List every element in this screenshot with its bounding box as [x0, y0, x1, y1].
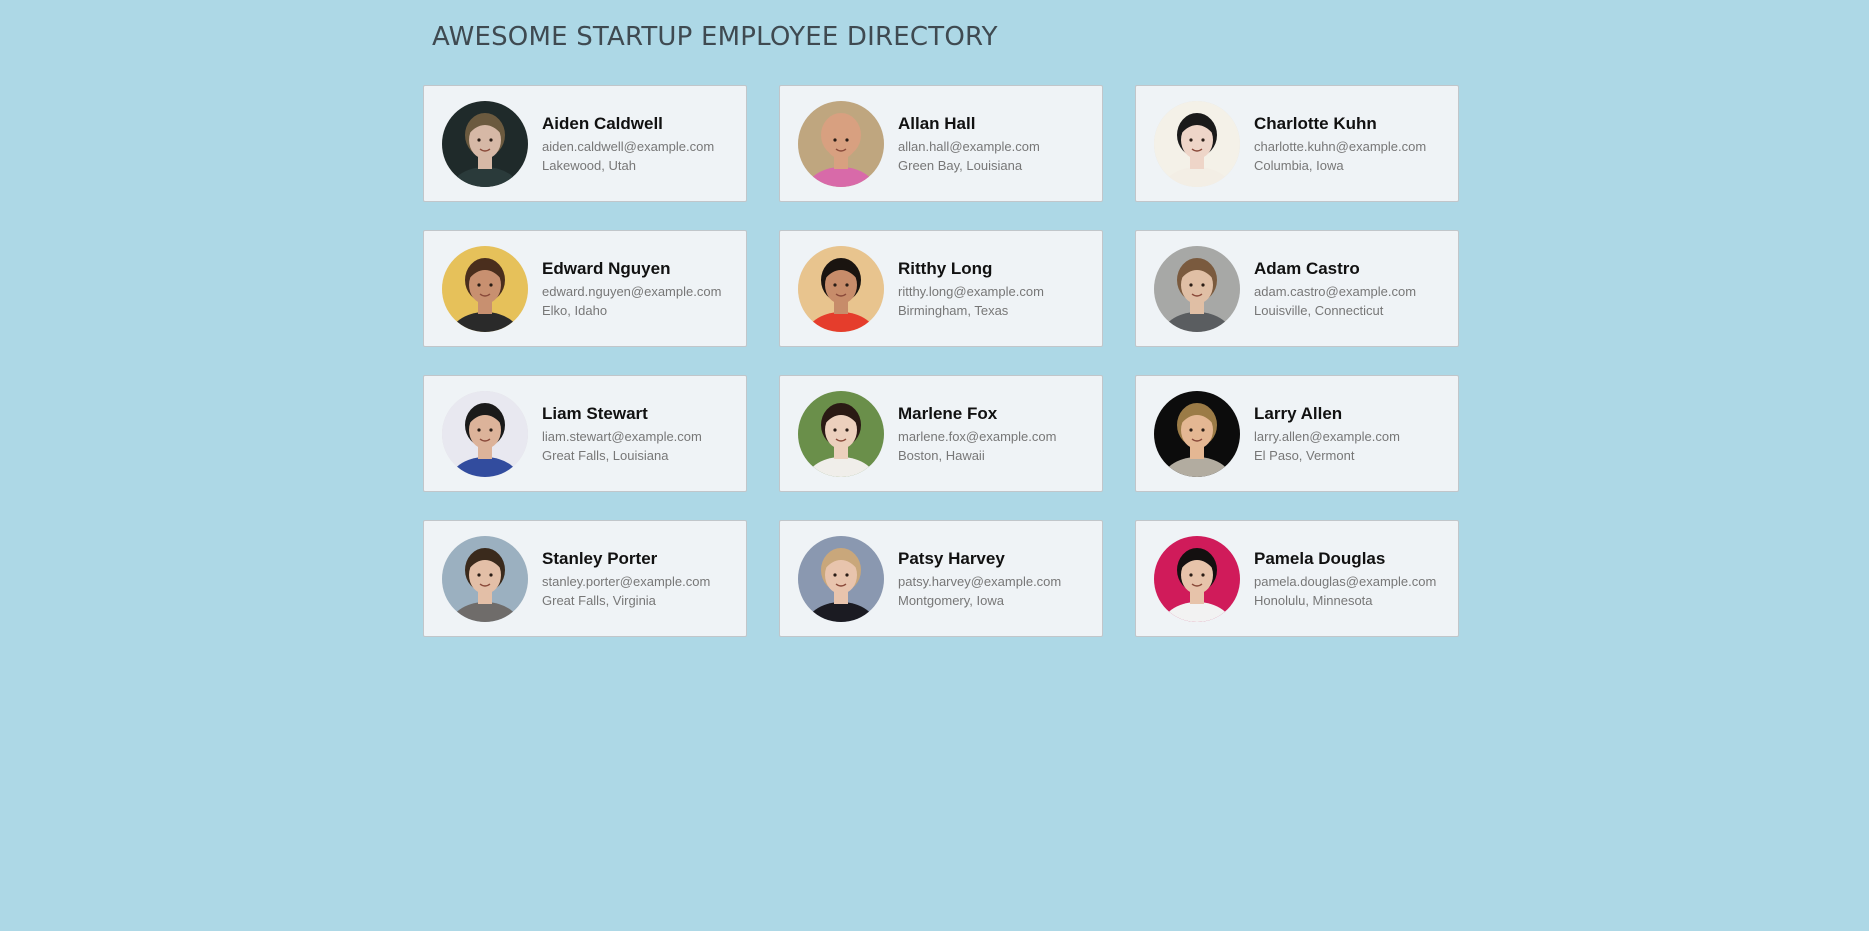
employee-card[interactable]: Stanley Porter stanley.porter@example.com…	[423, 520, 747, 637]
employee-card[interactable]: Aiden Caldwell aiden.caldwell@example.com…	[423, 85, 747, 202]
employee-email: allan.hall@example.com	[898, 138, 1040, 154]
avatar	[798, 245, 884, 332]
avatar-portrait-icon	[798, 100, 884, 187]
employee-location: Honolulu, Minnesota	[1254, 592, 1373, 608]
employee-info: Ritthy Long ritthy.long@example.com Birmin…	[898, 258, 1044, 320]
avatar	[1154, 535, 1240, 622]
employee-email: liam.stewart@example.com	[542, 428, 702, 444]
page-title: AWESOME STARTUP EMPLOYEE DIRECTORY	[432, 22, 998, 52]
employee-card[interactable]: Ritthy Long ritthy.long@example.com Birmin…	[779, 230, 1103, 347]
employee-info: Pamela Douglas pamela.douglas@example.com…	[1254, 548, 1436, 610]
employee-email: adam.castro@example.com	[1254, 283, 1417, 299]
employee-info: Aiden Caldwell aiden.caldwell@example.com…	[542, 113, 714, 175]
employee-info: Liam Stewart liam.stewart@example.com Grea…	[542, 403, 702, 465]
avatar	[442, 535, 528, 622]
employee-card[interactable]: Pamela Douglas pamela.douglas@example.com…	[1135, 520, 1459, 637]
employee-info: Patsy Harvey patsy.harvey@example.com Mont…	[898, 548, 1061, 610]
employee-card[interactable]: Liam Stewart liam.stewart@example.com Grea…	[423, 375, 747, 492]
employee-card[interactable]: Charlotte Kuhn charlotte.kuhn@example.com…	[1135, 85, 1459, 202]
employee-email: ritthy.long@example.com	[898, 283, 1044, 299]
employee-name: Stanley Porter	[542, 548, 658, 568]
employee-name: Larry Allen	[1254, 403, 1343, 423]
avatar	[1154, 390, 1240, 477]
avatar-portrait-icon	[442, 535, 528, 622]
avatar-portrait-icon	[798, 245, 884, 332]
employee-location: El Paso, Vermont	[1254, 447, 1355, 463]
avatar-portrait-icon	[442, 100, 528, 187]
employee-name: Allan Hall	[898, 113, 976, 133]
avatar	[1154, 100, 1240, 187]
avatar-portrait-icon	[1154, 100, 1240, 187]
avatar-portrait-icon	[1154, 390, 1240, 477]
employee-email: patsy.harvey@example.com	[898, 573, 1062, 589]
employee-card[interactable]: Marlene Fox marlene.fox@example.com Boston…	[779, 375, 1103, 492]
employee-email: stanley.porter@example.com	[542, 573, 711, 589]
employee-card[interactable]: Edward Nguyen edward.nguyen@example.com El…	[423, 230, 747, 347]
employee-location: Lakewood, Utah	[542, 157, 636, 173]
employee-name: Liam Stewart	[542, 403, 648, 423]
employee-card[interactable]: Patsy Harvey patsy.harvey@example.com Mont…	[779, 520, 1103, 637]
employee-info: Larry Allen larry.allen@example.com El Pas…	[1254, 403, 1400, 465]
employee-name: Aiden Caldwell	[542, 113, 663, 133]
employee-info: Allan Hall allan.hall@example.com Green Ba…	[898, 113, 1040, 175]
avatar-portrait-icon	[1154, 535, 1240, 622]
employee-email: aiden.caldwell@example.com	[542, 138, 715, 154]
employee-directory-page: AWESOME STARTUP EMPLOYEE DIRECTORY Aiden…	[0, 0, 1869, 931]
employee-name: Patsy Harvey	[898, 548, 1005, 568]
avatar-portrait-icon	[442, 245, 528, 332]
avatar	[798, 390, 884, 477]
employee-name: Charlotte Kuhn	[1254, 113, 1377, 133]
employee-info: Marlene Fox marlene.fox@example.com Boston…	[898, 403, 1056, 465]
avatar	[798, 535, 884, 622]
employee-name: Marlene Fox	[898, 403, 998, 423]
avatar-portrait-icon	[798, 535, 884, 622]
employee-card[interactable]: Larry Allen larry.allen@example.com El Pas…	[1135, 375, 1459, 492]
employee-email: pamela.douglas@example.com	[1254, 573, 1437, 589]
employee-location: Birmingham, Texas	[898, 302, 1009, 318]
employee-info: Charlotte Kuhn charlotte.kuhn@example.com…	[1254, 113, 1426, 175]
avatar	[442, 390, 528, 477]
employee-info: Stanley Porter stanley.porter@example.com…	[542, 548, 710, 610]
employee-location: Boston, Hawaii	[898, 447, 985, 463]
employee-name: Ritthy Long	[898, 258, 993, 278]
avatar-portrait-icon	[1154, 245, 1240, 332]
employee-card[interactable]: Adam Castro adam.castro@example.com Louisv…	[1135, 230, 1459, 347]
employee-location: Montgomery, Iowa	[898, 592, 1004, 608]
avatar	[442, 245, 528, 332]
employee-email: charlotte.kuhn@example.com	[1254, 138, 1427, 154]
avatar-portrait-icon	[798, 390, 884, 477]
employee-location: Great Falls, Louisiana	[542, 447, 669, 463]
employee-email: edward.nguyen@example.com	[542, 283, 722, 299]
employee-email: marlene.fox@example.com	[898, 428, 1057, 444]
employee-name: Adam Castro	[1254, 258, 1360, 278]
avatar-portrait-icon	[442, 390, 528, 477]
employee-grid: Aiden Caldwell aiden.caldwell@example.com…	[423, 85, 1459, 637]
employee-location: Great Falls, Virginia	[542, 592, 656, 608]
avatar	[798, 100, 884, 187]
avatar	[1154, 245, 1240, 332]
employee-location: Green Bay, Louisiana	[898, 157, 1023, 173]
employee-name: Edward Nguyen	[542, 258, 671, 278]
employee-location: Elko, Idaho	[542, 302, 608, 318]
employee-card[interactable]: Allan Hall allan.hall@example.com Green Ba…	[779, 85, 1103, 202]
employee-location: Columbia, Iowa	[1254, 157, 1344, 173]
avatar	[442, 100, 528, 187]
employee-info: Adam Castro adam.castro@example.com Louisv…	[1254, 258, 1416, 320]
employee-info: Edward Nguyen edward.nguyen@example.com El…	[542, 258, 721, 320]
employee-location: Louisville, Connecticut	[1254, 302, 1384, 318]
employee-email: larry.allen@example.com	[1254, 428, 1400, 444]
employee-name: Pamela Douglas	[1254, 548, 1386, 568]
